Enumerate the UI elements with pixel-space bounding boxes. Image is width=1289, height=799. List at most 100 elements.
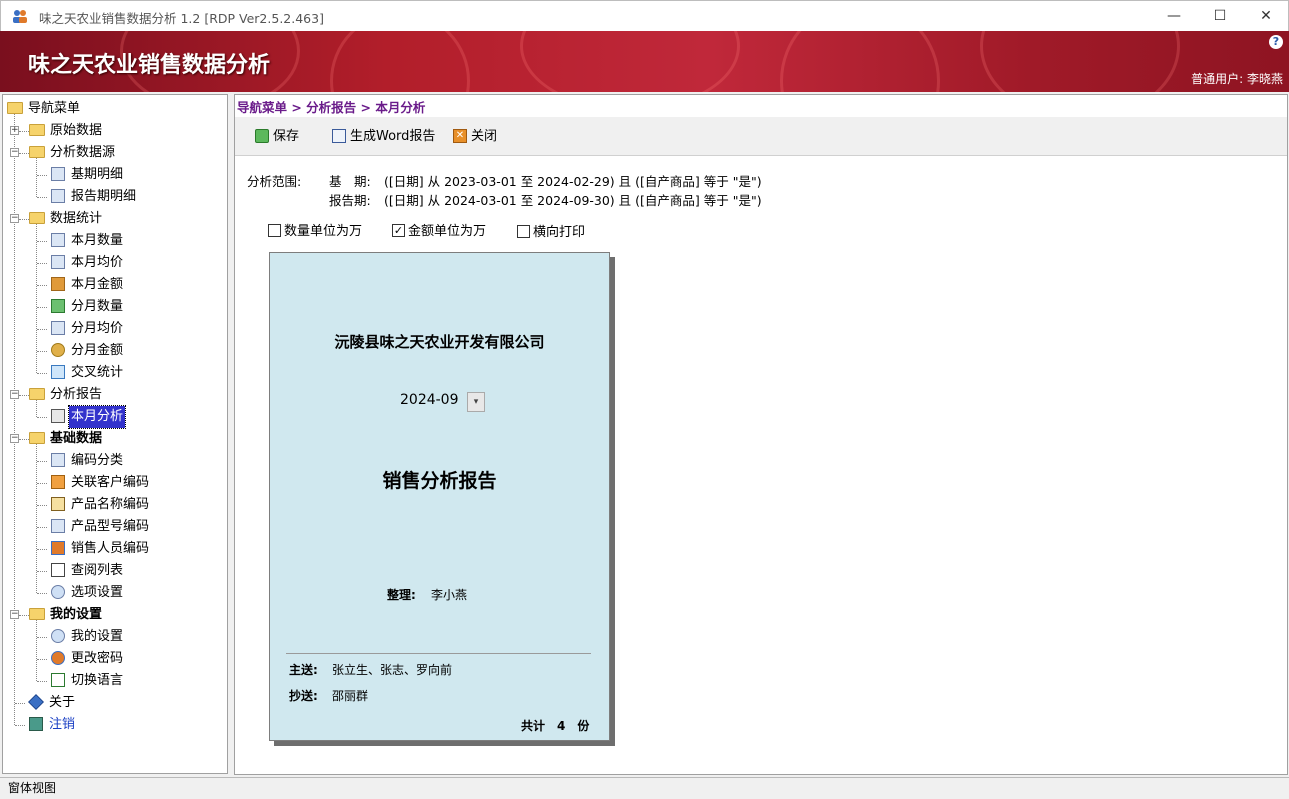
house-icon <box>51 474 65 489</box>
cc-label: 抄送: <box>289 689 318 703</box>
price-icon <box>51 254 65 269</box>
document-icon <box>51 166 65 181</box>
generate-word-button[interactable]: 生成Word报告 <box>332 127 435 147</box>
nav-group-raw-data[interactable]: 原始数据 <box>29 120 104 142</box>
nav-item-product-name-code[interactable]: 产品名称编码 <box>51 494 151 516</box>
users-icon <box>51 540 65 555</box>
report-title: 销售分析报告 <box>382 470 497 492</box>
report-period-label: 报告期: <box>329 193 371 208</box>
nav-item-change-password[interactable]: 更改密码 <box>51 648 125 670</box>
folder-open-icon <box>29 607 45 620</box>
landscape-print-checkbox[interactable]: 横向打印 <box>517 225 585 241</box>
banner-title: 味之天农业销售数据分析 <box>28 53 271 78</box>
collapse-toggle-icon[interactable]: − <box>10 434 19 443</box>
report-icon <box>51 408 65 423</box>
chevron-down-icon[interactable]: ▾ <box>467 392 485 412</box>
cc-recipients: 邵丽群 <box>332 689 369 703</box>
nav-item-product-model-code[interactable]: 产品型号编码 <box>51 516 151 538</box>
navigation-tree[interactable]: 导航菜单 + 原始数据 − 分析数据源 基期明细 报告期明细 − 数据统计 本月… <box>2 94 228 774</box>
qty-unit-checkbox[interactable]: 数量单位为万 <box>268 224 362 240</box>
folder-open-icon <box>29 211 45 224</box>
amount-unit-checkbox[interactable]: ✓ 金额单位为万 <box>392 224 486 240</box>
nav-group-statistics[interactable]: 数据统计 <box>29 208 104 230</box>
chart-icon <box>51 672 65 687</box>
maximize-button[interactable]: ☐ <box>1197 1 1243 32</box>
nav-item-my-settings[interactable]: 我的设置 <box>51 626 125 648</box>
close-window-button[interactable]: ✕ <box>1243 1 1289 32</box>
nav-item-cross-stats[interactable]: 交叉统计 <box>51 362 125 384</box>
collapse-toggle-icon[interactable]: − <box>10 148 19 157</box>
nav-item-customer-code[interactable]: 关联客户编码 <box>51 472 151 494</box>
nav-item-by-month-amount[interactable]: 分月金额 <box>51 340 125 362</box>
folder-open-icon <box>29 387 45 400</box>
folder-open-icon <box>29 145 45 158</box>
folder-open-icon <box>29 431 45 444</box>
window-title: 味之天农业销售数据分析 1.2 [RDP Ver2.5.2.463] <box>39 11 324 26</box>
nav-item-by-month-qty[interactable]: 分月数量 <box>51 296 125 318</box>
nav-group-reports[interactable]: 分析报告 <box>29 384 104 406</box>
checkbox-unchecked-icon <box>517 225 530 238</box>
report-company: 沅陵县味之天农业开发有限公司 <box>334 333 545 351</box>
collapse-toggle-icon[interactable]: − <box>10 390 19 399</box>
nav-root[interactable]: 导航菜单 <box>7 98 82 120</box>
calculator-icon <box>51 298 65 313</box>
nav-item-by-month-avg-price[interactable]: 分月均价 <box>51 318 125 340</box>
exit-door-icon <box>29 716 43 731</box>
compiler-name: 李小燕 <box>431 588 468 602</box>
minimize-button[interactable]: — <box>1151 1 1197 32</box>
status-bar: 窗体视图 <box>0 777 1289 799</box>
nav-item-monthly-analysis[interactable]: 本月分析 <box>51 405 127 429</box>
folder-icon <box>29 123 45 136</box>
nav-item-switch-language[interactable]: 切换语言 <box>51 670 125 692</box>
title-bar: 味之天农业销售数据分析 1.2 [RDP Ver2.5.2.463] — ☐ ✕ <box>0 0 1289 31</box>
table-icon <box>51 232 65 247</box>
help-icon[interactable]: ? <box>1269 35 1283 49</box>
folder-open-icon <box>7 101 23 114</box>
toolbar: 保存 生成Word报告 ✕ 关闭 <box>235 117 1287 156</box>
gear-icon <box>51 628 65 643</box>
collapse-toggle-icon[interactable]: − <box>10 214 19 223</box>
report-cover: 沅陵县味之天农业开发有限公司 2024-09 ▾ 销售分析报告 整理: 李小燕 … <box>269 252 610 741</box>
compiler-label: 整理: <box>387 588 416 602</box>
checkbox-checked-icon: ✓ <box>392 224 405 237</box>
nav-item-report-detail[interactable]: 报告期明细 <box>51 186 138 208</box>
current-user: 普通用户: 李晓燕 <box>1191 72 1283 86</box>
report-period-select[interactable]: 2024-09 <box>400 392 459 408</box>
save-button[interactable]: 保存 <box>255 127 299 147</box>
checkbox-unchecked-icon <box>268 224 281 237</box>
base-period-value: ([日期] 从 2023-03-01 至 2024-02-29) 且 ([自产商… <box>384 174 762 189</box>
word-document-icon <box>332 128 346 143</box>
nav-group-analysis-source[interactable]: 分析数据源 <box>29 142 117 164</box>
box-icon <box>51 496 65 511</box>
table-icon <box>51 562 65 577</box>
breadcrumb: 导航菜单 > 分析报告 > 本月分析 <box>237 100 426 115</box>
close-x-icon: ✕ <box>453 128 467 143</box>
about-diamond-icon <box>28 693 44 710</box>
nav-item-monthly-avg-price[interactable]: 本月均价 <box>51 252 125 274</box>
divider <box>286 653 591 654</box>
nav-item-base-detail[interactable]: 基期明细 <box>51 164 125 186</box>
report-period-value: ([日期] 从 2024-03-01 至 2024-09-30) 且 ([自产商… <box>384 193 762 208</box>
collapse-toggle-icon[interactable]: − <box>10 610 19 619</box>
expand-toggle-icon[interactable]: + <box>10 126 19 135</box>
close-button[interactable]: ✕ 关闭 <box>453 127 497 147</box>
main-panel: 导航菜单 > 分析报告 > 本月分析 保存 生成Word报告 ✕ 关闭 分析范围:… <box>234 94 1288 775</box>
copies-count: 共计 4 份 <box>521 719 590 733</box>
nav-item-options[interactable]: 选项设置 <box>51 582 125 604</box>
nav-item-salesperson-code[interactable]: 销售人员编码 <box>51 538 151 560</box>
nav-group-base-data[interactable]: 基础数据 <box>29 428 104 450</box>
scope-label: 分析范围: <box>247 174 302 189</box>
money-bag-icon <box>51 276 65 291</box>
nav-about[interactable]: 关于 <box>28 692 77 714</box>
document-icon <box>51 188 65 203</box>
barcode-icon <box>51 518 65 533</box>
nav-group-my-settings[interactable]: 我的设置 <box>29 604 104 626</box>
base-period-label: 基 期: <box>329 174 371 189</box>
nav-item-monthly-qty[interactable]: 本月数量 <box>51 230 125 252</box>
app-banner: 味之天农业销售数据分析 ? 普通用户: 李晓燕 <box>0 31 1289 92</box>
nav-item-code-category[interactable]: 编码分类 <box>51 450 125 472</box>
nav-logout[interactable]: 注销 <box>29 714 77 736</box>
app-users-icon <box>13 10 27 23</box>
nav-item-monthly-amount[interactable]: 本月金额 <box>51 274 125 296</box>
nav-item-lookup-list[interactable]: 查阅列表 <box>51 560 125 582</box>
